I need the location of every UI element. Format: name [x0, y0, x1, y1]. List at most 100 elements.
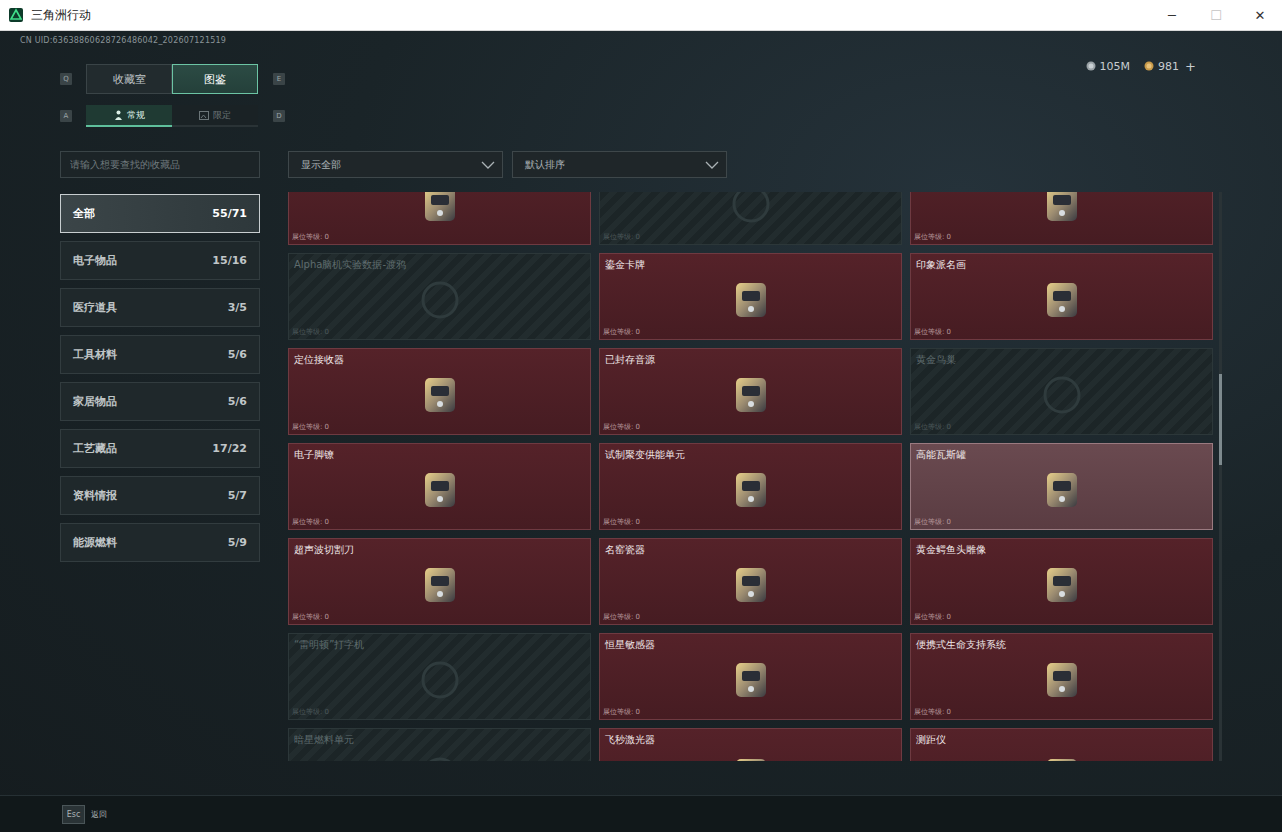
window-title: 三角洲行动	[31, 7, 1150, 24]
key-hint: A	[60, 110, 72, 122]
collection-card[interactable]: Alpha脑机实验数据-渡鸦展位等级: 0	[288, 253, 591, 340]
item-icon	[411, 192, 469, 233]
item-icon	[722, 192, 780, 233]
collection-card[interactable]: 印象派名画展位等级: 0	[910, 253, 1213, 340]
collection-card[interactable]: 高能瓦斯罐展位等级: 0	[910, 443, 1213, 530]
window-control-button[interactable]: ─	[1150, 0, 1194, 30]
card-level: 展位等级: 0	[289, 327, 590, 339]
window-control-button[interactable]: ☐	[1194, 0, 1238, 30]
card-name: 已封存音源	[600, 349, 901, 367]
item-icon	[1033, 366, 1091, 424]
card-name: 电子脚镣	[289, 444, 590, 462]
card-name: 黄金鳄鱼头雕像	[911, 539, 1212, 557]
main-tab[interactable]: 图鉴	[172, 64, 258, 94]
item-icon	[411, 366, 469, 424]
back-label[interactable]: 返回	[91, 809, 107, 820]
figure-icon	[114, 110, 123, 120]
coin-icon	[1086, 61, 1096, 71]
collection-content: 显示全部默认排序全部55/71 电子物品15/16 医疗道具3/5 工具材料5/6 家居…	[0, 151, 1282, 761]
window-control-button[interactable]: ✕	[1238, 0, 1282, 30]
card-name: 名窑瓷器	[600, 539, 901, 557]
collection-card[interactable]: 超声波切割刀展位等级: 0	[288, 538, 591, 625]
filter-row: 显示全部默认排序	[288, 151, 1222, 178]
window-controls: ─☐✕	[1150, 0, 1282, 30]
card-level: 展位等级: 0	[289, 612, 590, 624]
add-currency-button[interactable]: +	[1185, 59, 1196, 74]
filter-dropdown[interactable]: 默认排序	[512, 151, 727, 178]
collection-card[interactable]: 恒星敏感器展位等级: 0	[599, 633, 902, 720]
card-level: 展位等级: 0	[600, 232, 901, 244]
card-level: 展位等级: 0	[911, 707, 1212, 719]
collection-card[interactable]: 名窑瓷器展位等级: 0	[599, 538, 902, 625]
uid-label: CN UID:63638860628726486042_202607121519	[20, 36, 285, 45]
collection-card[interactable]: 黄金鸟巢展位等级: 0	[910, 348, 1213, 435]
currency-item: 981+	[1144, 59, 1196, 74]
sub-tab[interactable]: 限定	[172, 105, 258, 127]
category-item[interactable]: 工艺藏品17/22	[60, 429, 260, 468]
game-area: CN UID:63638860628726486042_202607121519…	[0, 31, 1282, 832]
scrollbar[interactable]	[1219, 192, 1222, 761]
card-level: 展位等级: 0	[911, 232, 1212, 244]
category-item[interactable]: 医疗道具3/5	[60, 288, 260, 327]
item-icon	[722, 747, 780, 762]
main-tab[interactable]: 收藏室	[86, 64, 172, 94]
item-icon	[1033, 461, 1091, 519]
collection-card[interactable]: 黄金鳄鱼头雕像展位等级: 0	[910, 538, 1213, 625]
card-name: “雷明顿”打字机	[289, 634, 590, 652]
frame-icon	[199, 111, 209, 120]
category-item[interactable]: 工具材料5/6	[60, 335, 260, 374]
category-item[interactable]: 全部55/71	[60, 194, 260, 233]
scrollbar-thumb[interactable]	[1219, 374, 1222, 465]
sub-tab[interactable]: 常规	[86, 105, 172, 127]
collection-card[interactable]: 鎏金卡牌展位等级: 0	[599, 253, 902, 340]
collection-card[interactable]: 展位等级: 0	[599, 192, 902, 245]
main-tabs: Q 收藏室图鉴 E	[60, 64, 285, 94]
chevron-down-icon	[481, 161, 495, 169]
category-sidebar: 全部55/71 电子物品15/16 医疗道具3/5 工具材料5/6 家居物品5/6 工艺藏…	[60, 194, 260, 761]
collection-card[interactable]: 展位等级: 0	[288, 192, 591, 245]
collection-card[interactable]: 便携式生命支持系统展位等级: 0	[910, 633, 1213, 720]
key-hint: E	[273, 73, 285, 85]
collection-card[interactable]: “雷明顿”打字机展位等级: 0	[288, 633, 591, 720]
collection-card[interactable]: 暗星燃料单元	[288, 728, 591, 761]
category-item[interactable]: 资料情报5/7	[60, 476, 260, 515]
esc-key[interactable]: Esc	[62, 805, 85, 824]
item-icon	[411, 747, 469, 762]
item-icon	[722, 366, 780, 424]
category-item[interactable]: 家居物品5/6	[60, 382, 260, 421]
collection-card[interactable]: 展位等级: 0	[910, 192, 1213, 245]
card-name: 恒星敏感器	[600, 634, 901, 652]
currency-bar: 105M981+	[1086, 58, 1196, 74]
key-hint: Q	[60, 73, 72, 85]
collection-card[interactable]: 电子脚镣展位等级: 0	[288, 443, 591, 530]
search-input[interactable]	[60, 151, 260, 178]
collection-card[interactable]: 已封存音源展位等级: 0	[599, 348, 902, 435]
card-name: 便携式生命支持系统	[911, 634, 1212, 652]
item-icon	[411, 461, 469, 519]
title-bar: 三角洲行动─☐✕	[0, 0, 1282, 31]
item-icon	[1033, 556, 1091, 614]
item-icon	[411, 651, 469, 709]
card-level: 展位等级: 0	[600, 612, 901, 624]
collection-card[interactable]: 定位接收器展位等级: 0	[288, 348, 591, 435]
card-level: 展位等级: 0	[911, 517, 1212, 529]
category-item[interactable]: 能源燃料5/9	[60, 523, 260, 562]
card-level: 展位等级: 0	[600, 422, 901, 434]
collection-card[interactable]: 测距仪	[910, 728, 1213, 761]
card-level: 展位等级: 0	[289, 707, 590, 719]
chevron-down-icon	[705, 161, 719, 169]
card-level: 展位等级: 0	[289, 232, 590, 244]
item-icon	[1033, 651, 1091, 709]
filter-dropdown[interactable]: 显示全部	[288, 151, 503, 178]
key-hint: D	[273, 110, 285, 122]
item-icon	[722, 556, 780, 614]
category-item[interactable]: 电子物品15/16	[60, 241, 260, 280]
collection-card[interactable]: 飞秒激光器	[599, 728, 902, 761]
footer-bar: Esc 返回	[0, 795, 1282, 832]
header: CN UID:63638860628726486042_202607121519…	[0, 31, 1282, 127]
item-icon	[1033, 192, 1091, 233]
card-name: 高能瓦斯罐	[911, 444, 1212, 462]
item-icon	[722, 651, 780, 709]
card-level: 展位等级: 0	[289, 422, 590, 434]
collection-card[interactable]: 试制聚变供能单元展位等级: 0	[599, 443, 902, 530]
